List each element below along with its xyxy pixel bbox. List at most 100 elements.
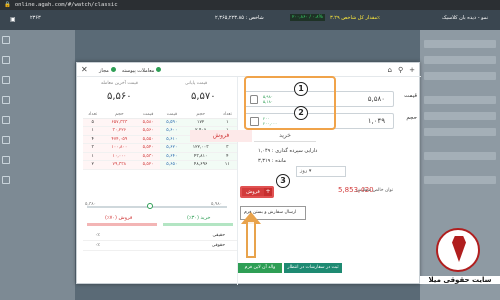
- cell: ۵,۶۱۰: [159, 135, 184, 144]
- watchlist-row[interactable]: [424, 56, 496, 64]
- index-change-badge: ۲۰۰,۸۶۰ / ۰.۸%: [290, 14, 325, 21]
- cell: ۵,۶۵۰: [159, 160, 184, 170]
- table-row[interactable]: ۵ ۶۵۷,۳۳۳ ۵,۵۸۰ ۵,۵۹۰ ۱۷۲ ۱: [83, 118, 237, 127]
- cell: ۶۵۷,۳۳۳: [102, 118, 137, 127]
- index-other: مقدار کل شاخص ۳.۲۹٪: [330, 15, 380, 21]
- table-row[interactable]: ۳ ۱۰۰,۸۰۰ ۵,۵۴۰ ۵,۶۲۰ ۱۲۲,۰۰۳ ۳: [83, 143, 237, 153]
- index-number: ۲۳۶۳: [30, 15, 41, 21]
- status-allowed: مجاز: [99, 67, 116, 74]
- header-tools: ⌂ ⚲ +: [388, 66, 415, 74]
- cell: ۳: [217, 143, 237, 153]
- cell: ۵,۵۹۰: [159, 118, 184, 127]
- col-header: قیمت: [159, 111, 184, 119]
- volume-field-label: حجم: [406, 115, 417, 121]
- pending-orders-button[interactable]: ثبت در سفارشات در انتظار: [284, 263, 342, 273]
- col-header: حجم: [102, 111, 137, 119]
- buy-ratio-bar: [163, 223, 233, 226]
- table-row[interactable]: ۲ ۷۹,۳۳۸ ۵,۵۲۰ ۵,۶۵۰ ۴۸,۶۹۶ ۱۱: [83, 160, 237, 170]
- close-icon[interactable]: ✕: [81, 65, 88, 74]
- watchlist-row[interactable]: [424, 96, 496, 104]
- highlight-box: [244, 76, 336, 130]
- list-item: ۰٪ حقیقی: [83, 231, 237, 241]
- investor-types: ۰٪ حقیقی ۰٪ حقوقی: [83, 231, 237, 251]
- browser-address-bar[interactable]: 🔒 online.agah.com/#/watch/classic: [0, 0, 500, 10]
- cell: ۱۷۲: [183, 118, 218, 127]
- step-badge-1: 1: [294, 82, 308, 96]
- watchlist-row[interactable]: [424, 176, 496, 184]
- last-price-label: قیمت آخرین معامله: [101, 81, 138, 86]
- index-total: شاخص : ۲,۳۶۵,۲۲۳.۸۵: [215, 15, 264, 21]
- col-header: تعداد: [83, 111, 103, 119]
- parent-form-button[interactable]: والد آن لاین فرم: [238, 263, 282, 273]
- sidebar-icon[interactable]: [2, 176, 10, 184]
- cell: ۵,۵۵۰: [136, 135, 160, 144]
- sell-button[interactable]: فروش: [242, 188, 264, 196]
- radio-dot: [156, 67, 162, 72]
- col-header: حجم: [183, 111, 218, 119]
- cell: ۵,۶۴۰: [159, 152, 184, 161]
- url-text: online.agah.com/#/watch/classic: [14, 2, 118, 8]
- sidebar-icon[interactable]: [2, 116, 10, 124]
- credit-label: توان خالص سفارش: [356, 188, 394, 193]
- sidebar-icon[interactable]: [2, 156, 10, 164]
- cell: ۷۹,۳۳۸: [102, 160, 137, 170]
- label: حقوقی: [211, 243, 225, 248]
- sidebar-icon[interactable]: [2, 136, 10, 144]
- value: ۰٪: [95, 233, 100, 238]
- table-row[interactable]: ۱ ۱۰,۰۰۰ ۵,۵۳۰ ۵,۶۴۰ ۴۳,۸۱۰ ۴: [83, 152, 237, 161]
- sidebar-icon[interactable]: [2, 76, 10, 84]
- cell: ۵,۶۲۰: [159, 143, 184, 153]
- cell: ۴: [217, 152, 237, 161]
- watermark-text: سایت حقوقی میلا: [420, 276, 500, 284]
- assets-text: دارایی سپرده گذاری : ۱,۰۴۹: [258, 148, 318, 154]
- watchlist-row[interactable]: [424, 128, 496, 136]
- volume-value: ۱,۰۴۹: [367, 117, 385, 125]
- market-status: مجاز معاملات پیوسته: [99, 67, 162, 74]
- step-badge-2: 2: [294, 106, 308, 120]
- modal-header: ✕ مجاز معاملات پیوسته ⌂ ⚲ +: [77, 63, 421, 77]
- cell: ۱: [217, 118, 237, 127]
- buy-ratio-label: خرید (۳۰٪): [187, 215, 211, 221]
- status-series: معاملات پیوسته: [122, 67, 162, 74]
- tab-buy[interactable]: خرید: [254, 130, 316, 142]
- sidebar-icon[interactable]: [2, 36, 10, 44]
- cell: ۱۱: [217, 160, 237, 170]
- plus-button[interactable]: +: [264, 188, 272, 196]
- value: ۰٪: [95, 243, 100, 248]
- arrow-shaft: [246, 222, 256, 258]
- cell: ۱: [83, 152, 103, 161]
- index-icon: ▣: [10, 16, 16, 23]
- watchlist-row[interactable]: [424, 112, 496, 120]
- app-title[interactable]: نمو - دیده بان کلاسیک: [442, 15, 488, 21]
- cell: ۴: [83, 135, 103, 144]
- validity-select[interactable]: روز ▾: [296, 166, 346, 177]
- cell: ۵,۵۳۰: [136, 152, 160, 161]
- final-price: ۵,۵۷۰: [191, 91, 216, 102]
- cell: ۱۰۰,۸۰۰: [102, 143, 137, 153]
- cell: ۵,۶۰۰: [159, 126, 184, 136]
- chevron-down-icon: ▾: [308, 168, 312, 174]
- sidebar-icon[interactable]: [2, 96, 10, 104]
- pen-nib-icon: [452, 236, 466, 262]
- list-item: ۰٪ حقوقی: [83, 241, 237, 251]
- sell-ratio-label: فروش (۷۰٪): [105, 215, 133, 221]
- price-range-slider[interactable]: [87, 206, 227, 208]
- cell: ۴۸,۶۹۶: [183, 160, 218, 170]
- tab-sell[interactable]: فروش: [190, 130, 252, 142]
- watchlist-row[interactable]: [424, 72, 496, 80]
- chart-icon[interactable]: ⌂: [388, 66, 392, 74]
- cell: ۱۲۲,۰۰۳: [183, 143, 218, 153]
- sell-ratio-bar: [87, 223, 157, 226]
- lock-icon: 🔒: [4, 2, 11, 8]
- add-icon[interactable]: +: [409, 66, 415, 74]
- cell: ۵: [83, 118, 103, 127]
- watchlist-row[interactable]: [424, 40, 496, 48]
- cell: ۵,۵۴۰: [136, 143, 160, 153]
- app-header: ▣ ۲۳۶۳ شاخص : ۲,۳۶۵,۲۲۳.۸۵ ۲۰۰,۸۶۰ / ۰.۸…: [0, 10, 500, 30]
- search-icon[interactable]: ⚲: [398, 66, 403, 74]
- watchlist-row[interactable]: [424, 152, 496, 160]
- final-price-label: قیمت پایانی: [185, 81, 208, 86]
- slider-handle[interactable]: [147, 203, 153, 209]
- sidebar-icon[interactable]: [2, 56, 10, 64]
- cell: ۵,۵۶۰: [136, 126, 160, 136]
